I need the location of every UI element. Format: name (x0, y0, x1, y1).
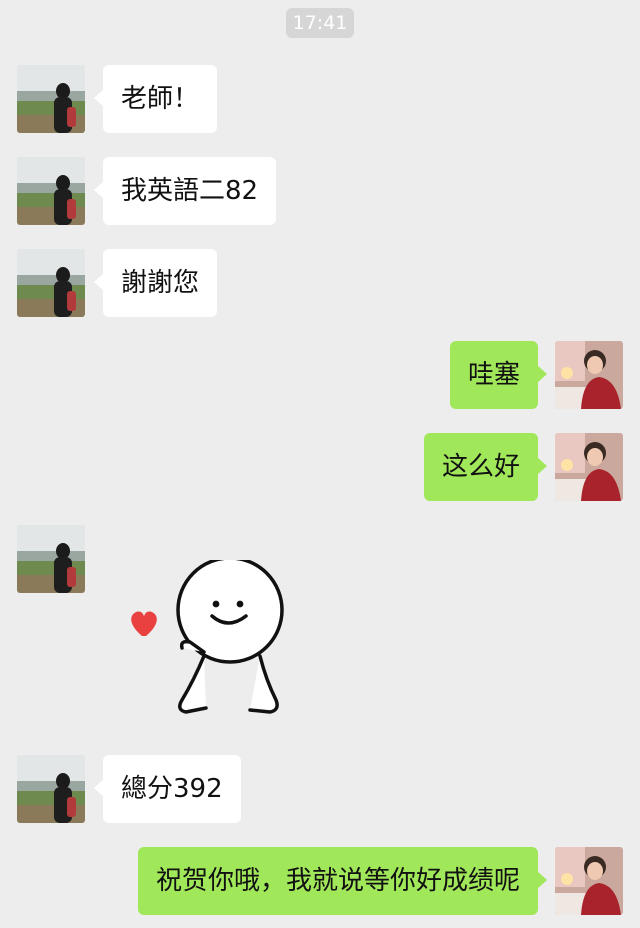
message-timestamp: 17:41 (286, 8, 354, 38)
outgoing-message-bubble[interactable]: 这么好 (423, 433, 548, 501)
outgoing-message-bubble[interactable]: 哇塞 (449, 341, 548, 409)
outgoing-message-bubble[interactable]: 祝贺你哦，我就说等你好成绩呢 (137, 847, 548, 915)
incoming-message-bubble[interactable]: 我英語二82 (93, 157, 277, 225)
user-avatar[interactable] (555, 433, 623, 501)
contact-avatar[interactable] (17, 755, 85, 823)
user-avatar[interactable] (555, 341, 623, 409)
contact-avatar[interactable] (17, 65, 85, 133)
smiley-heart-sticker[interactable] (120, 556, 292, 720)
contact-avatar[interactable] (17, 249, 85, 317)
heart-icon (131, 611, 157, 636)
contact-avatar[interactable] (17, 525, 85, 593)
incoming-message-bubble[interactable]: 總分392 (94, 755, 241, 823)
contact-avatar[interactable] (17, 157, 85, 225)
user-avatar[interactable] (555, 847, 623, 915)
incoming-message-bubble[interactable]: 謝謝您 (93, 249, 218, 317)
incoming-message-bubble[interactable]: 老師！ (93, 65, 218, 133)
